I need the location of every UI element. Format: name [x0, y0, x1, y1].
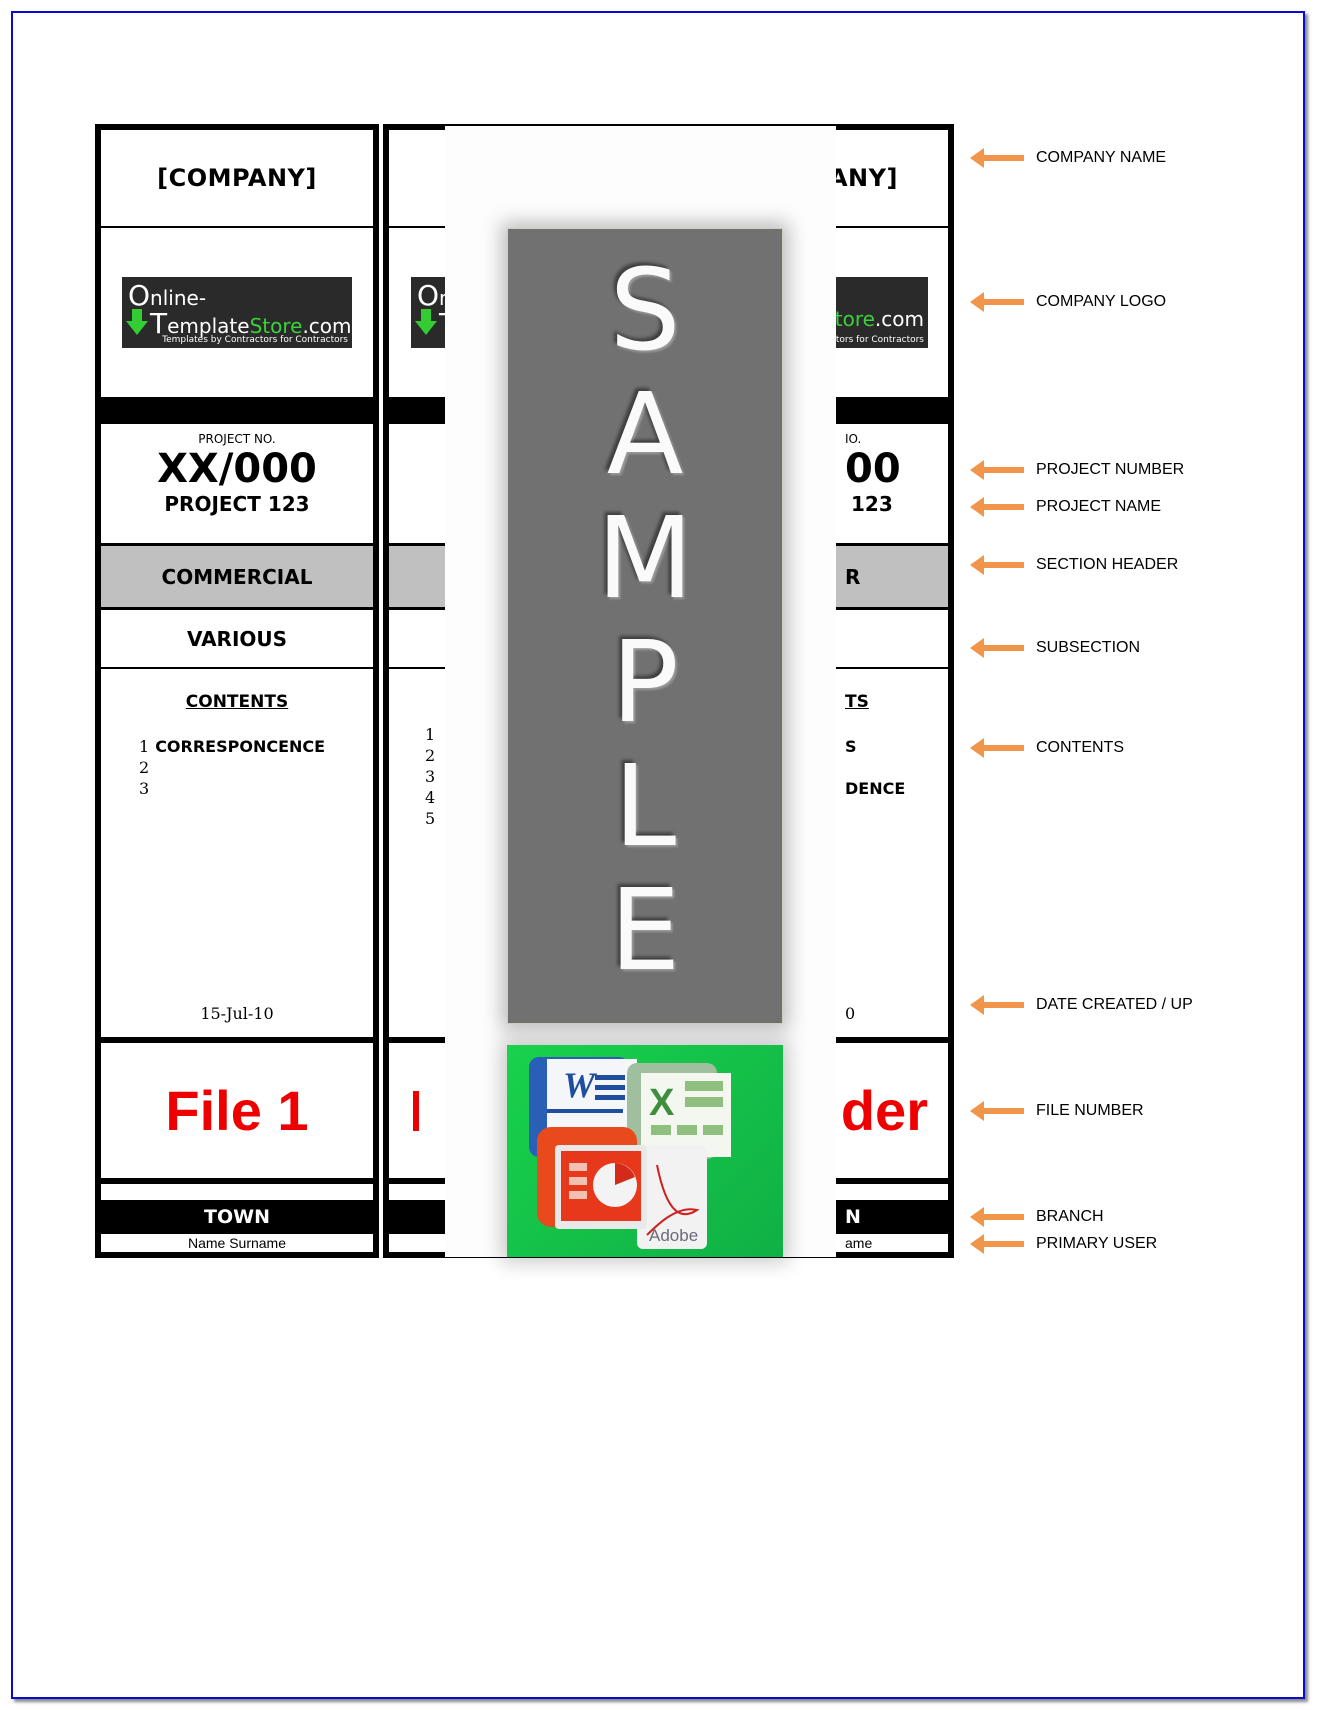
primary-user: Name Surname — [187, 1235, 287, 1251]
watermark-letter: L — [613, 742, 677, 872]
company-name: [COMPANY] — [157, 164, 317, 192]
annotation-section-header: SECTION HEADER — [970, 555, 1178, 575]
arrow-left-icon — [970, 292, 1024, 312]
branch: TOWN — [101, 1200, 373, 1234]
arrow-left-icon — [970, 995, 1024, 1015]
watermark-letter: S — [609, 246, 681, 376]
sample-watermark: S A M P L E — [507, 228, 783, 1024]
adobe-icon: Adobe — [637, 1145, 707, 1249]
watermark-letter: E — [609, 866, 681, 996]
section-header: COMMERCIAL — [101, 546, 373, 607]
arrow-left-icon — [970, 1101, 1024, 1121]
subsection: VARIOUS — [186, 626, 288, 651]
powerpoint-icon — [537, 1127, 647, 1229]
project-cell: PROJECT NO. XX/000 PROJECT 123 — [101, 424, 373, 543]
contents-cell: CONTENTS 1 CORRESPONCENCE 2 3 15-Jul-10 — [101, 668, 373, 1037]
file-number: File 1 — [165, 1079, 309, 1142]
date-created: 15-Jul-10 — [200, 1004, 274, 1023]
contents-list: S DENCE — [845, 736, 948, 799]
arrow-left-icon — [970, 555, 1024, 575]
annotation-company-logo: COMPANY LOGO — [970, 292, 1166, 312]
arrow-left-icon — [970, 1234, 1024, 1254]
arrow-left-icon — [970, 460, 1024, 480]
arrow-left-icon — [970, 638, 1024, 658]
arrow-left-icon — [970, 148, 1024, 168]
project-number: XX/000 — [157, 446, 317, 492]
svg-text:W: W — [563, 1065, 598, 1105]
divider — [101, 1178, 373, 1184]
svg-text:Adobe: Adobe — [649, 1226, 698, 1245]
list-item: S — [845, 737, 857, 756]
annotation-subsection: SUBSECTION — [970, 638, 1140, 658]
annotation-contents: CONTENTS — [970, 738, 1124, 758]
annotation-company-name: COMPANY NAME — [970, 148, 1166, 168]
watermark-letter: M — [596, 494, 694, 624]
list-item — [845, 757, 948, 778]
annotation-project-name: PROJECT NAME — [970, 497, 1161, 517]
project-name: PROJECT 123 — [164, 492, 310, 516]
watermark-letter: A — [606, 370, 684, 500]
spine-label-1: [COMPANY] Online- TemplateStore.com Temp… — [95, 124, 379, 1258]
company-logo-cell: Online- TemplateStore.com Templates by C… — [101, 228, 373, 397]
contents-list: 1 CORRESPONCENCE 2 3 — [139, 736, 373, 799]
office-icons-panel: W X Adobe — [507, 1045, 783, 1257]
list-item: 2 — [139, 758, 150, 777]
annotation-file-number: FILE NUMBER — [970, 1101, 1144, 1121]
black-band — [101, 397, 373, 424]
annotation-project-number: PROJECT NUMBER — [970, 460, 1184, 480]
project-number-label: PROJECT NO. — [198, 432, 276, 446]
download-arrow-icon — [415, 309, 437, 335]
excel-icon: X — [627, 1063, 731, 1159]
watermark-letter: P — [611, 618, 679, 748]
arrow-left-icon — [970, 1207, 1024, 1227]
list-item: 3 — [139, 779, 150, 798]
annotation-branch: BRANCH — [970, 1207, 1104, 1227]
arrow-left-icon — [970, 738, 1024, 758]
annotation-primary-user: PRIMARY USER — [970, 1234, 1157, 1254]
contents-title: CONTENTS — [185, 692, 289, 712]
list-item: 1 CORRESPONCENCE — [139, 737, 326, 756]
list-item: DENCE — [845, 779, 906, 798]
annotation-date-created: DATE CREATED / UP — [970, 995, 1193, 1015]
svg-text:X: X — [649, 1082, 675, 1124]
arrow-left-icon — [970, 497, 1024, 517]
download-arrow-icon — [126, 309, 148, 335]
company-logo: Online- TemplateStore.com Templates by C… — [122, 277, 352, 348]
